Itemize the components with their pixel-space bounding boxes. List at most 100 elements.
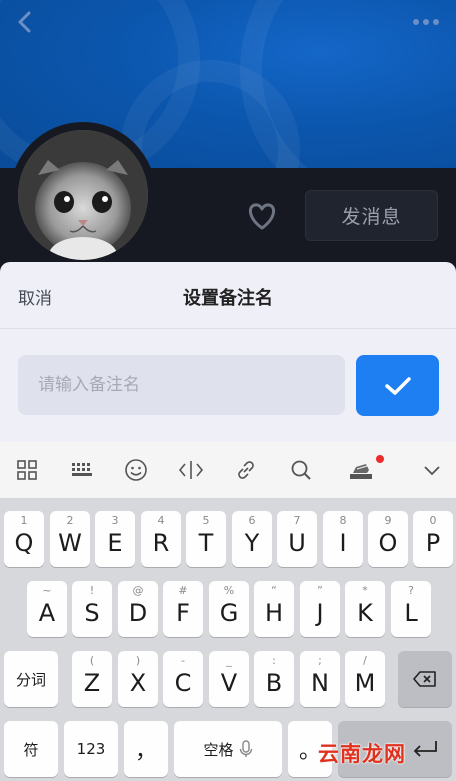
key-sub-label: ” (317, 584, 323, 597)
key-label: ， (134, 739, 157, 764)
back-button[interactable] (10, 8, 40, 38)
key-sub-label: “ (271, 584, 277, 597)
key-label: U (288, 529, 306, 557)
key-sub-label: ~ (42, 584, 52, 597)
key-sub-label: 4 (157, 514, 165, 527)
confirm-button[interactable] (356, 355, 439, 416)
key-u[interactable]: 7U (277, 511, 317, 567)
backspace-key[interactable] (398, 651, 452, 707)
key-m[interactable]: / M (345, 651, 385, 707)
key-x[interactable]: ) X (118, 651, 158, 707)
key-sub-label: 2 (66, 514, 74, 527)
key-r[interactable]: 4R (141, 511, 181, 567)
favorite-button[interactable] (244, 200, 280, 232)
avatar[interactable] (18, 130, 148, 260)
key-label: P (425, 529, 441, 557)
key-i[interactable]: 8I (323, 511, 363, 567)
key-h[interactable]: “H (254, 581, 294, 637)
key-sub-label: % (223, 584, 235, 597)
key-sub-label: ! (89, 584, 95, 597)
key-label: X (129, 669, 147, 697)
segment-key[interactable]: 分词 (4, 651, 58, 707)
key-sub-label: ; (318, 654, 322, 667)
key-b[interactable]: :B (254, 651, 294, 707)
key-e[interactable]: 3E (95, 511, 135, 567)
key-s[interactable]: ! S (72, 581, 112, 637)
toolbar-grid-button[interactable] (13, 456, 41, 484)
key-label: L (404, 599, 418, 627)
key-sub-label: ( (89, 654, 95, 667)
key-sub-label: : (272, 654, 276, 667)
grid-icon (17, 460, 37, 480)
notification-dot (376, 455, 384, 463)
toolbar-collapse-button[interactable] (418, 456, 446, 484)
heart-icon (248, 203, 276, 230)
key-sub-label: @ (132, 584, 144, 597)
chevron-down-icon (424, 466, 440, 476)
key-p[interactable]: 0P (413, 511, 453, 567)
key-sub-label: _ (226, 654, 232, 667)
key-label: I (339, 529, 347, 557)
key-sub-label: 6 (248, 514, 256, 527)
key-sub-label: 1 (20, 514, 28, 527)
link-icon (238, 461, 254, 479)
key-label: A (38, 599, 56, 627)
backspace-icon (413, 671, 436, 687)
key-label: K (357, 599, 373, 627)
key-label: F (176, 599, 190, 627)
keyboard-toolbar (0, 442, 456, 498)
watermark-logo: 云南龙网 (318, 742, 406, 766)
key-g[interactable]: % G (209, 581, 249, 637)
comma-key[interactable]: ， (124, 721, 168, 777)
key-label: W (58, 529, 82, 557)
key-label: B (265, 669, 283, 697)
toolbar-stamp-button[interactable] (347, 456, 375, 484)
toolbar-link-button[interactable] (232, 456, 260, 484)
more-button[interactable] (410, 12, 442, 32)
avatar-frame (10, 122, 156, 268)
key-a[interactable]: ~ A (27, 581, 67, 637)
number-key[interactable]: 123 (64, 721, 118, 777)
key-d[interactable]: @ D (118, 581, 158, 637)
key-v[interactable]: _ V (209, 651, 249, 707)
key-y[interactable]: 6Y (232, 511, 272, 567)
key-label: R (152, 529, 170, 557)
toolbar-emoji-button[interactable] (122, 456, 150, 484)
keypad-icon (72, 463, 92, 476)
stamp-icon (350, 464, 372, 479)
key-label: 123 (76, 740, 106, 758)
space-key[interactable]: 空格 (174, 721, 282, 777)
remark-name-input[interactable] (18, 355, 345, 415)
key-label: S (84, 599, 100, 627)
key-sub-label: # (178, 584, 188, 597)
enter-icon (413, 741, 437, 757)
toolbar-keypad-button[interactable] (68, 456, 96, 484)
key-k[interactable]: * K (345, 581, 385, 637)
key-sub-label: 3 (111, 514, 119, 527)
key-sub-label: 0 (429, 514, 437, 527)
emoji-icon (125, 459, 147, 481)
key-label: V (220, 669, 238, 697)
key-label: J (316, 599, 324, 627)
key-label: C (174, 669, 192, 697)
symbol-key[interactable]: 符 (4, 721, 58, 777)
more-dot (433, 19, 439, 25)
key-label: N (311, 669, 329, 697)
cursor-icon (178, 461, 204, 479)
key-c[interactable]: -C (163, 651, 203, 707)
key-o[interactable]: 9O (368, 511, 408, 567)
send-message-button[interactable]: 发消息 (305, 190, 438, 241)
toolbar-cursor-button[interactable] (177, 456, 205, 484)
key-w[interactable]: 2W (50, 511, 90, 567)
chevron-left-icon (18, 11, 31, 33)
toolbar-search-button[interactable] (287, 456, 315, 484)
key-n[interactable]: ; N (300, 651, 340, 707)
key-l[interactable]: ? L (391, 581, 431, 637)
key-sub-label: 5 (202, 514, 210, 527)
key-f[interactable]: # F (163, 581, 203, 637)
key-j[interactable]: ” J (300, 581, 340, 637)
key-t[interactable]: 5T (186, 511, 226, 567)
key-z[interactable]: (Z (72, 651, 112, 707)
key-q[interactable]: 1Q (4, 511, 44, 567)
key-label: 分词 (15, 670, 46, 689)
